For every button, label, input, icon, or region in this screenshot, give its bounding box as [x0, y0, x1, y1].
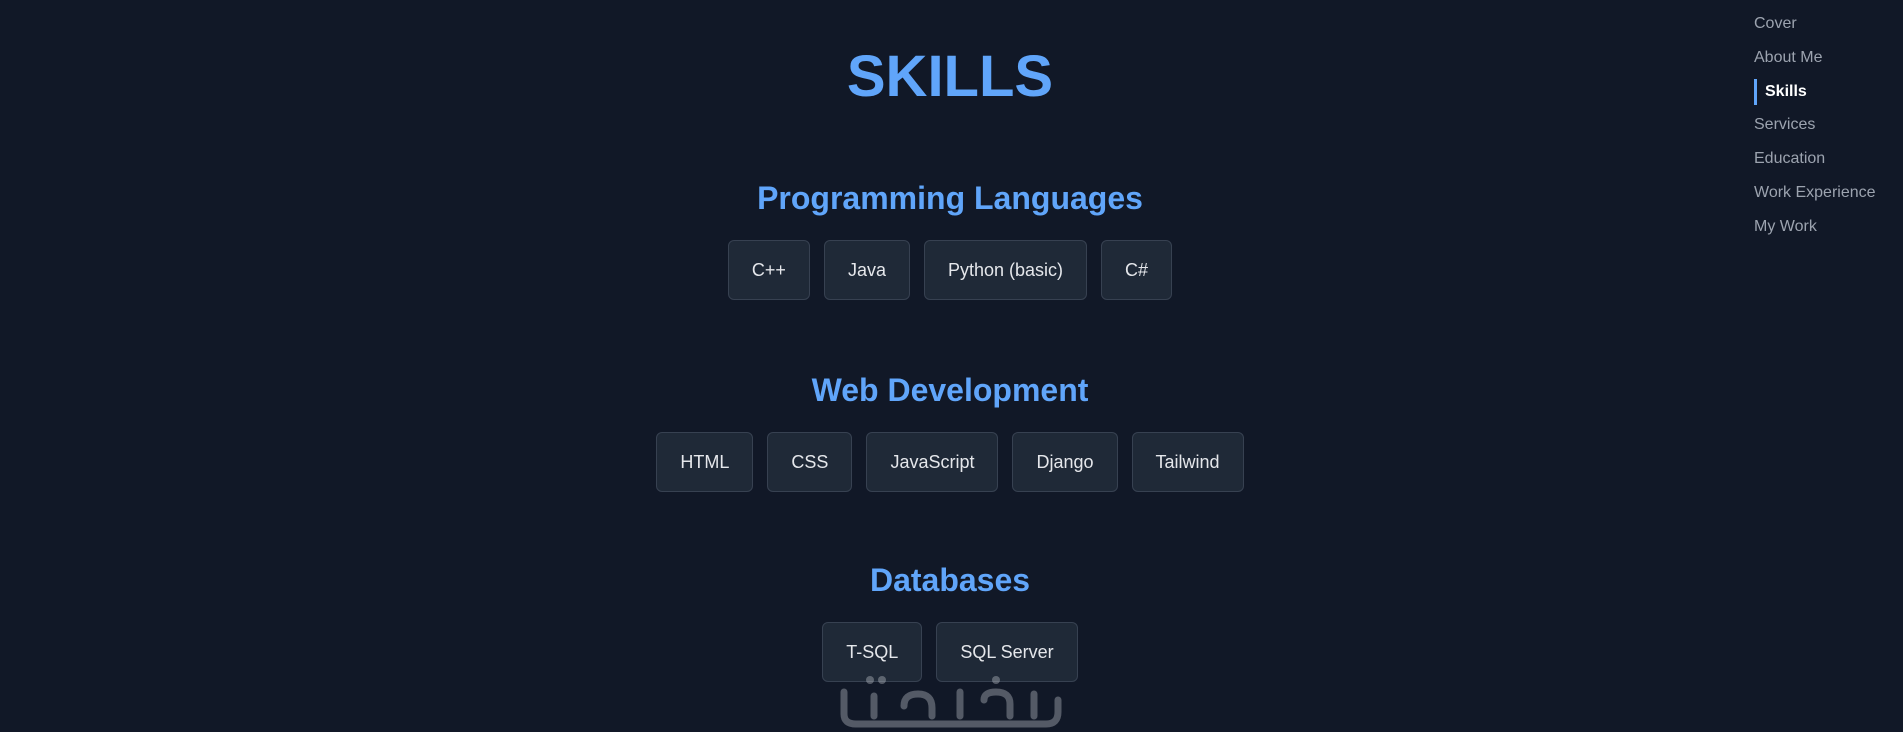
nav-item-services[interactable]: Services: [1754, 115, 1899, 135]
section-programming-languages: Programming Languages C++ Java Python (b…: [0, 178, 1900, 300]
skill-chip-list: C++ Java Python (basic) C#: [0, 240, 1900, 300]
khamsat-logo-watermark-icon: [834, 672, 1068, 732]
skill-chip-javascript[interactable]: JavaScript: [866, 432, 999, 492]
skill-chip-csharp[interactable]: C#: [1101, 240, 1173, 300]
section-title: Web Development: [811, 372, 1089, 408]
nav-item-work-experience[interactable]: Work Experience: [1754, 183, 1899, 203]
skill-chip-cpp[interactable]: C++: [727, 240, 810, 300]
section-databases: Databases T-SQL SQL Server: [0, 560, 1900, 682]
skill-chip-python[interactable]: Python (basic): [923, 240, 1088, 300]
page-title: SKILLS: [846, 44, 1054, 109]
skill-chip-html[interactable]: HTML: [656, 432, 754, 492]
skill-chip-java[interactable]: Java: [823, 240, 910, 300]
section-title: Programming Languages: [757, 180, 1143, 216]
nav-item-education[interactable]: Education: [1754, 149, 1899, 169]
skill-chip-tailwind[interactable]: Tailwind: [1131, 432, 1244, 492]
nav-item-cover[interactable]: Cover: [1754, 14, 1899, 34]
nav-item-my-work[interactable]: My Work: [1754, 217, 1899, 237]
section-title: Databases: [869, 562, 1031, 598]
nav-item-skills[interactable]: Skills: [1754, 79, 1899, 105]
skill-chip-django[interactable]: Django: [1012, 432, 1118, 492]
section-nav: Cover About Me Skills Services Education…: [1754, 14, 1899, 251]
skill-chip-css[interactable]: CSS: [767, 432, 853, 492]
skills-page: SKILLS Programming Languages C++ Java Py…: [0, 0, 1903, 732]
nav-item-about-me[interactable]: About Me: [1754, 48, 1899, 68]
section-web-development: Web Development HTML CSS JavaScript Djan…: [0, 370, 1900, 492]
skill-chip-list: HTML CSS JavaScript Django Tailwind: [0, 432, 1900, 492]
